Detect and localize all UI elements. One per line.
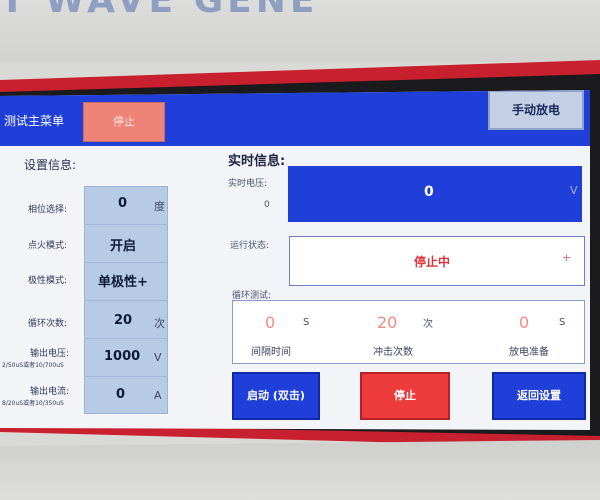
polarity-label: 极性模式: <box>28 276 68 286</box>
realtime-voltage-value: 0 <box>424 184 434 200</box>
output-current-label: 输出电流: <box>30 387 70 397</box>
casing-brand-label: T WAVE GENE <box>0 0 319 21</box>
impact-count-caption: 冲击次数 <box>373 347 413 358</box>
output-current-field[interactable]: 0 A <box>84 376 168 412</box>
discharge-prep-value: 0 <box>519 313 530 332</box>
realtime-voltage-display: 0 V <box>288 166 582 222</box>
cycle-count-value: 20 <box>114 313 133 328</box>
discharge-prep-caption: 放电准备 <box>509 347 549 358</box>
output-voltage-field[interactable]: 1000 V <box>84 338 168 374</box>
output-voltage-sub: 2/50uS或者10/700uS <box>2 362 64 369</box>
interval-time-unit: S <box>303 317 310 328</box>
ignition-value: 开启 <box>110 239 137 254</box>
output-voltage-label: 输出电压: <box>30 349 70 359</box>
cycle-count-field[interactable]: 20 次 <box>84 300 168 336</box>
output-current-value: 0 <box>116 387 126 402</box>
polarity-field[interactable]: 单极性+ <box>84 262 168 298</box>
header-stop-button[interactable]: 停止 <box>83 102 165 142</box>
cycle-count-label: 循环次数: <box>28 319 68 329</box>
touch-screen: 测试主菜单 停止 手动放电 设置信息: 相位选择: 0 度 点火模式: 开启 极… <box>0 90 590 430</box>
polarity-value: 单极性+ <box>98 275 148 290</box>
realtime-title: 实时信息: <box>228 154 286 169</box>
run-status-label: 运行状态: <box>230 241 270 251</box>
machine-casing-bottom <box>0 440 600 500</box>
phase-label: 相位选择: <box>28 205 68 215</box>
interval-time-caption: 间隔时间 <box>251 347 291 358</box>
ignition-field[interactable]: 开启 <box>84 224 168 260</box>
output-voltage-unit: V <box>154 351 162 364</box>
run-status-display: 停止中 + <box>289 236 585 286</box>
impact-count-unit: 次 <box>423 319 433 330</box>
cycle-count-unit: 次 <box>154 317 165 330</box>
phase-value: 0 <box>118 196 128 211</box>
impact-count-value: 20 <box>377 313 398 332</box>
realtime-voltage-label: 实时电压: <box>228 179 268 189</box>
back-to-settings-button[interactable]: 返回设置 <box>492 372 586 420</box>
realtime-voltage-side: 0 <box>264 200 270 210</box>
output-current-sub: 8/20uS或者10/350uS <box>2 400 64 407</box>
stop-button[interactable]: 停止 <box>360 372 450 420</box>
manual-discharge-button[interactable]: 手动放电 <box>488 90 584 130</box>
interval-time-value: 0 <box>265 313 276 332</box>
run-status-value: 停止中 <box>414 255 451 269</box>
realtime-voltage-unit: V <box>570 184 578 197</box>
ignition-label: 点火模式: <box>28 241 68 251</box>
machine-casing-top: T WAVE GENE <box>0 0 600 62</box>
settings-title: 设置信息: <box>24 158 77 172</box>
phase-field[interactable]: 0 度 <box>84 186 168 222</box>
output-voltage-value: 1000 <box>104 349 141 364</box>
output-current-unit: A <box>154 389 162 402</box>
discharge-prep-unit: S <box>559 317 566 328</box>
cycle-test-box: 0 S 间隔时间 20 次 冲击次数 0 S 放电准备 <box>232 300 585 364</box>
status-plus-icon: + <box>562 251 572 264</box>
header-bar: 测试主菜单 停止 手动放电 <box>0 90 590 146</box>
phase-unit: 度 <box>154 200 165 213</box>
main-menu-title[interactable]: 测试主菜单 <box>4 112 64 129</box>
start-button[interactable]: 启动 (双击) <box>232 372 320 420</box>
